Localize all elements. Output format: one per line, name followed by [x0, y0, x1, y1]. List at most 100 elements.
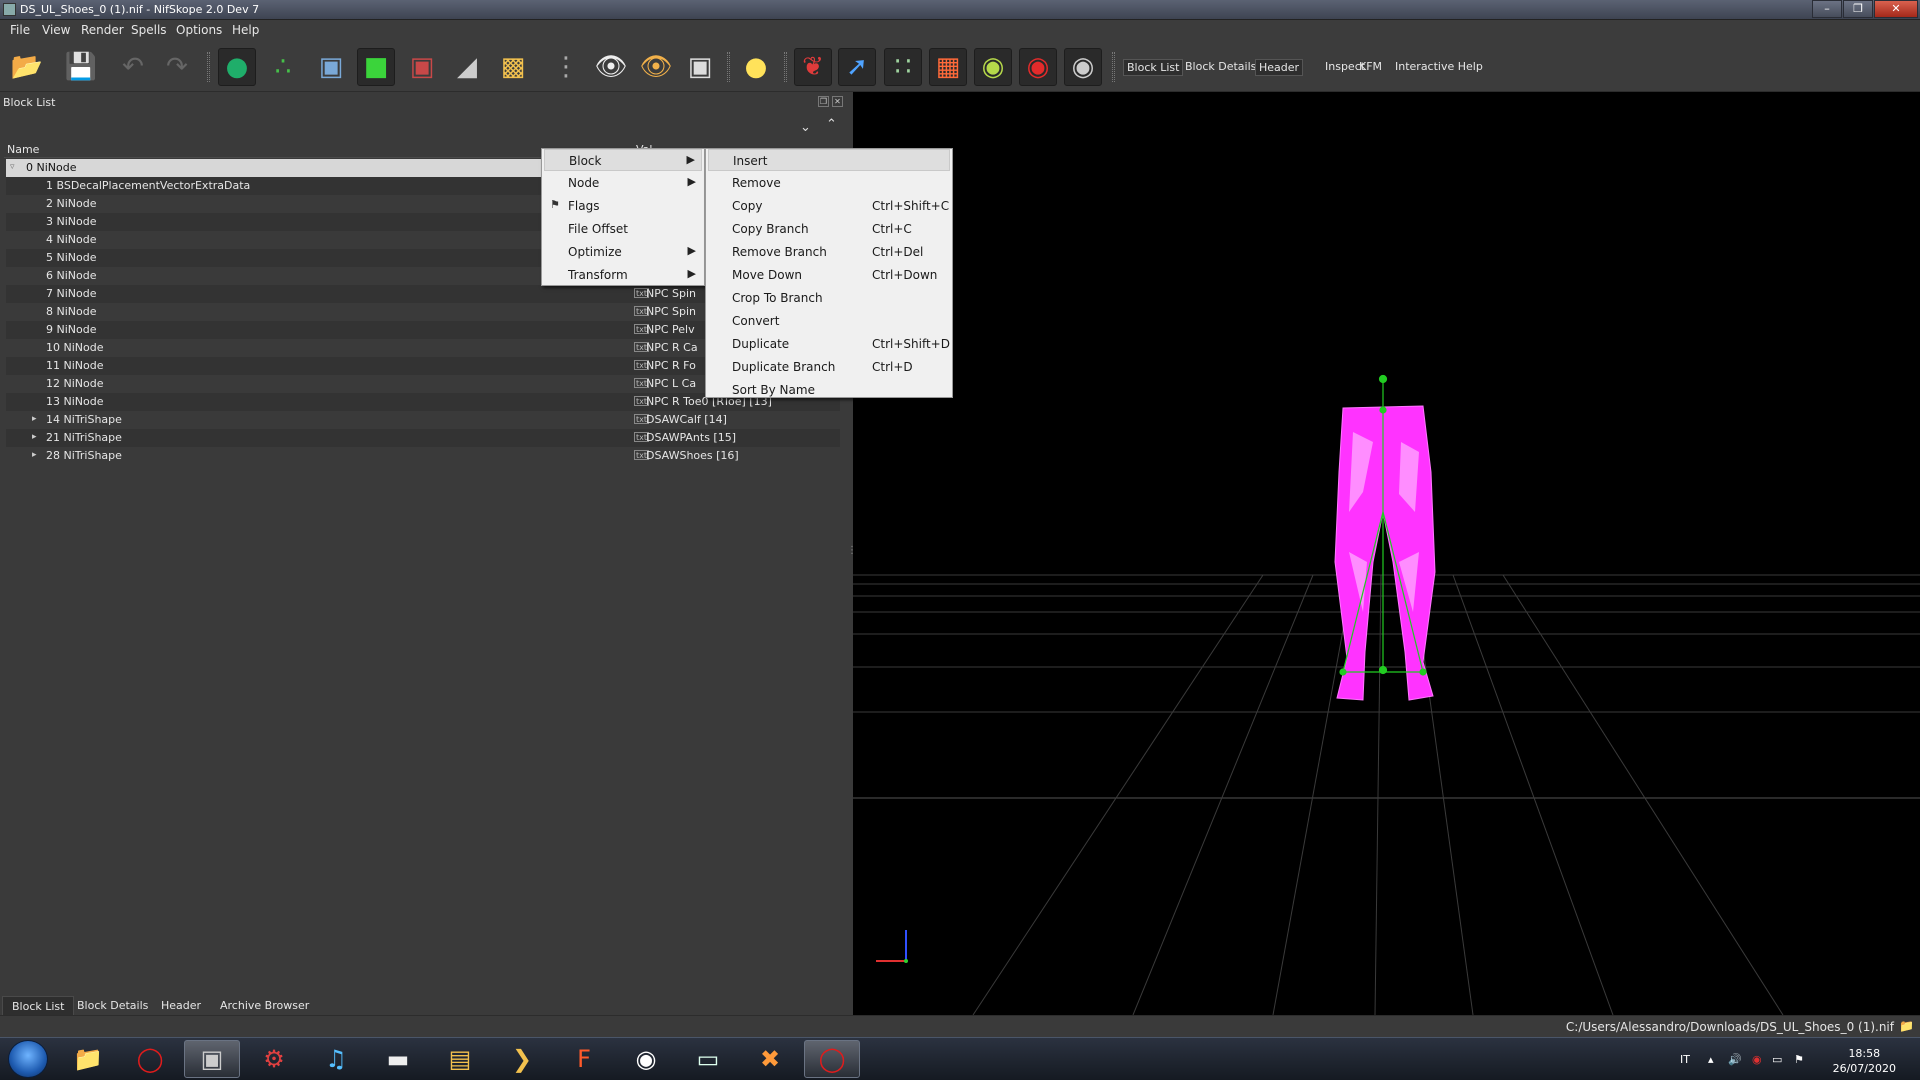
collapse-icon[interactable]: ▿	[10, 162, 15, 172]
chevron-down-icon[interactable]: ⌄	[800, 120, 811, 135]
tab-archive-browser[interactable]: Archive Browser	[211, 996, 318, 1015]
menu-item-move-down[interactable]: Move Down Ctrl+Down	[708, 264, 950, 286]
clock[interactable]: 18:58 26/07/2020	[1833, 1046, 1896, 1076]
volume-icon[interactable]: 🔊	[1728, 1053, 1742, 1066]
menu-item-file-offset[interactable]: File Offset	[544, 218, 702, 240]
menu-item-flags[interactable]: ⚑ Flags	[544, 195, 702, 217]
gear-app-icon[interactable]: ⚙	[246, 1040, 302, 1078]
tree-row[interactable]: ▸ 28 NiTriShape txt DSAWShoes [16]	[6, 447, 840, 465]
menu-item-block[interactable]: Block ▶	[544, 149, 702, 171]
show-hidden-icon[interactable]: ⋮	[547, 48, 585, 86]
show-nodes-icon[interactable]: 👁	[592, 48, 630, 86]
view-top-icon[interactable]: ▣	[312, 48, 350, 86]
ffdec-icon[interactable]: ◉	[618, 1040, 674, 1078]
toolbar-kfm[interactable]: KFM	[1356, 59, 1385, 74]
redo-icon[interactable]: ↷	[158, 48, 196, 86]
network-icon[interactable]: ▭	[1772, 1053, 1782, 1066]
menu-item-copy[interactable]: Copy Ctrl+Shift+C	[708, 195, 950, 217]
float-panel-icon[interactable]: ❐	[818, 96, 829, 107]
menu-item-duplicate-branch[interactable]: Duplicate Branch Ctrl+D	[708, 356, 950, 378]
opera-running-icon[interactable]: ◯	[804, 1040, 860, 1078]
menu-item-remove[interactable]: Remove	[708, 172, 950, 194]
row-name: 1 BSDecalPlacementVectorExtraData	[46, 179, 251, 192]
action-center-icon[interactable]: ⚑	[1794, 1053, 1804, 1066]
notes-icon[interactable]: ▤	[432, 1040, 488, 1078]
language-indicator[interactable]: IT	[1680, 1053, 1690, 1066]
select-vertex-icon[interactable]: ∴	[264, 48, 302, 86]
column-name[interactable]: Name	[7, 143, 39, 156]
close-panel-icon[interactable]: ✕	[832, 96, 843, 107]
row-name: 13 NiNode	[46, 395, 104, 408]
menu-item-crop-to-branch[interactable]: Crop To Branch	[708, 287, 950, 309]
view-side-icon[interactable]: ▣	[403, 48, 441, 86]
row-value: NPC Pelv	[646, 323, 695, 336]
tree-row[interactable]: ▸ 14 NiTriShape txt DSAWCalf [14]	[6, 411, 840, 429]
axes-icon[interactable]: ➚	[838, 48, 876, 86]
menu-item-node[interactable]: Node ▶	[544, 172, 702, 194]
chevron-up-icon[interactable]: ⌃	[826, 117, 837, 132]
eye-icon[interactable]: ◉	[1064, 48, 1102, 86]
media-center-icon[interactable]: ▣	[184, 1040, 240, 1078]
skeleton-icon[interactable]: ∷	[884, 48, 922, 86]
folder-icon[interactable]: 📁	[1899, 1019, 1914, 1033]
tree-row[interactable]: ▸ 21 NiTriShape txt DSAWPAnts [15]	[6, 429, 840, 447]
minimize-button[interactable]: –	[1812, 0, 1842, 18]
opera-icon[interactable]: ◯	[122, 1040, 178, 1078]
menu-spells[interactable]: Spells	[131, 23, 167, 37]
show-constraints-icon[interactable]: 👁	[637, 48, 675, 86]
menu-file[interactable]: File	[10, 23, 30, 37]
menu-render[interactable]: Render	[81, 23, 124, 37]
music-icon[interactable]: ♫	[308, 1040, 364, 1078]
tray-arrow-icon[interactable]: ▴	[1708, 1053, 1714, 1066]
view-angle-icon[interactable]: ◢	[448, 48, 486, 86]
toolbar-block-details[interactable]: Block Details	[1182, 59, 1259, 74]
window-app-icon[interactable]: ▭	[680, 1040, 736, 1078]
menu-item-remove-branch[interactable]: Remove Branch Ctrl+Del	[708, 241, 950, 263]
menu-item-duplicate[interactable]: Duplicate Ctrl+Shift+D	[708, 333, 950, 355]
toolbar-interactive-help[interactable]: Interactive Help	[1392, 59, 1486, 74]
flash-icon[interactable]: F	[556, 1040, 612, 1078]
menu-view[interactable]: View	[42, 23, 70, 37]
expand-icon[interactable]: ▸	[32, 432, 37, 442]
pin-icon[interactable]: ❦	[794, 48, 832, 86]
menu-item-label: Remove Branch	[732, 245, 827, 259]
start-button[interactable]	[8, 1040, 48, 1078]
audio-editor-icon[interactable]: ▬	[370, 1040, 426, 1078]
marker-icon[interactable]: ◉	[1019, 48, 1057, 86]
menu-item-insert[interactable]: Insert	[708, 149, 950, 171]
3d-viewport[interactable]	[853, 92, 1920, 1015]
tab-block-details[interactable]: Block Details	[68, 996, 157, 1015]
save-icon[interactable]: 💾	[62, 48, 100, 86]
expand-icon[interactable]: ▸	[32, 450, 37, 460]
antivirus-icon[interactable]: ◉	[1752, 1053, 1762, 1066]
texture-icon[interactable]: ▦	[929, 48, 967, 86]
toolbar-header[interactable]: Header	[1255, 59, 1304, 76]
menu-item-sort-by-name[interactable]: Sort By Name	[708, 379, 950, 401]
tab-header[interactable]: Header	[152, 996, 210, 1015]
menu-item-copy-branch[interactable]: Copy Branch Ctrl+C	[708, 218, 950, 240]
menu-options[interactable]: Options	[176, 23, 222, 37]
close-button[interactable]: ✕	[1874, 0, 1918, 18]
menu-item-transform[interactable]: Transform ▶	[544, 264, 702, 286]
maximize-button[interactable]: ❐	[1843, 0, 1873, 18]
lighting-icon[interactable]: ●	[737, 48, 775, 86]
expand-icon[interactable]: ▸	[32, 414, 37, 424]
menu-item-optimize[interactable]: Optimize ▶	[544, 241, 702, 263]
row-name: 6 NiNode	[46, 269, 97, 282]
toolbar-block-list[interactable]: Block List	[1123, 59, 1184, 76]
screenshot-icon[interactable]: ▣	[681, 48, 719, 86]
sphere-icon[interactable]: ◉	[974, 48, 1012, 86]
explorer-icon[interactable]: 📁	[60, 1040, 116, 1078]
menu-item-convert[interactable]: Convert	[708, 310, 950, 332]
puzzle-icon[interactable]: ✖	[742, 1040, 798, 1078]
select-object-icon[interactable]: ●	[218, 48, 256, 86]
open-file-icon[interactable]: 📂	[8, 48, 46, 86]
undo-icon[interactable]: ↶	[114, 48, 152, 86]
view-front-icon[interactable]: ■	[357, 48, 395, 86]
view-walk-icon[interactable]: ▩	[494, 48, 532, 86]
menu-bar: File View Render Spells Options Help	[0, 20, 1920, 42]
menu-help[interactable]: Help	[232, 23, 259, 37]
row-name: 7 NiNode	[46, 287, 97, 300]
tab-block-list[interactable]: Block List	[2, 996, 75, 1015]
arrow-app-icon[interactable]: ❯	[494, 1040, 550, 1078]
